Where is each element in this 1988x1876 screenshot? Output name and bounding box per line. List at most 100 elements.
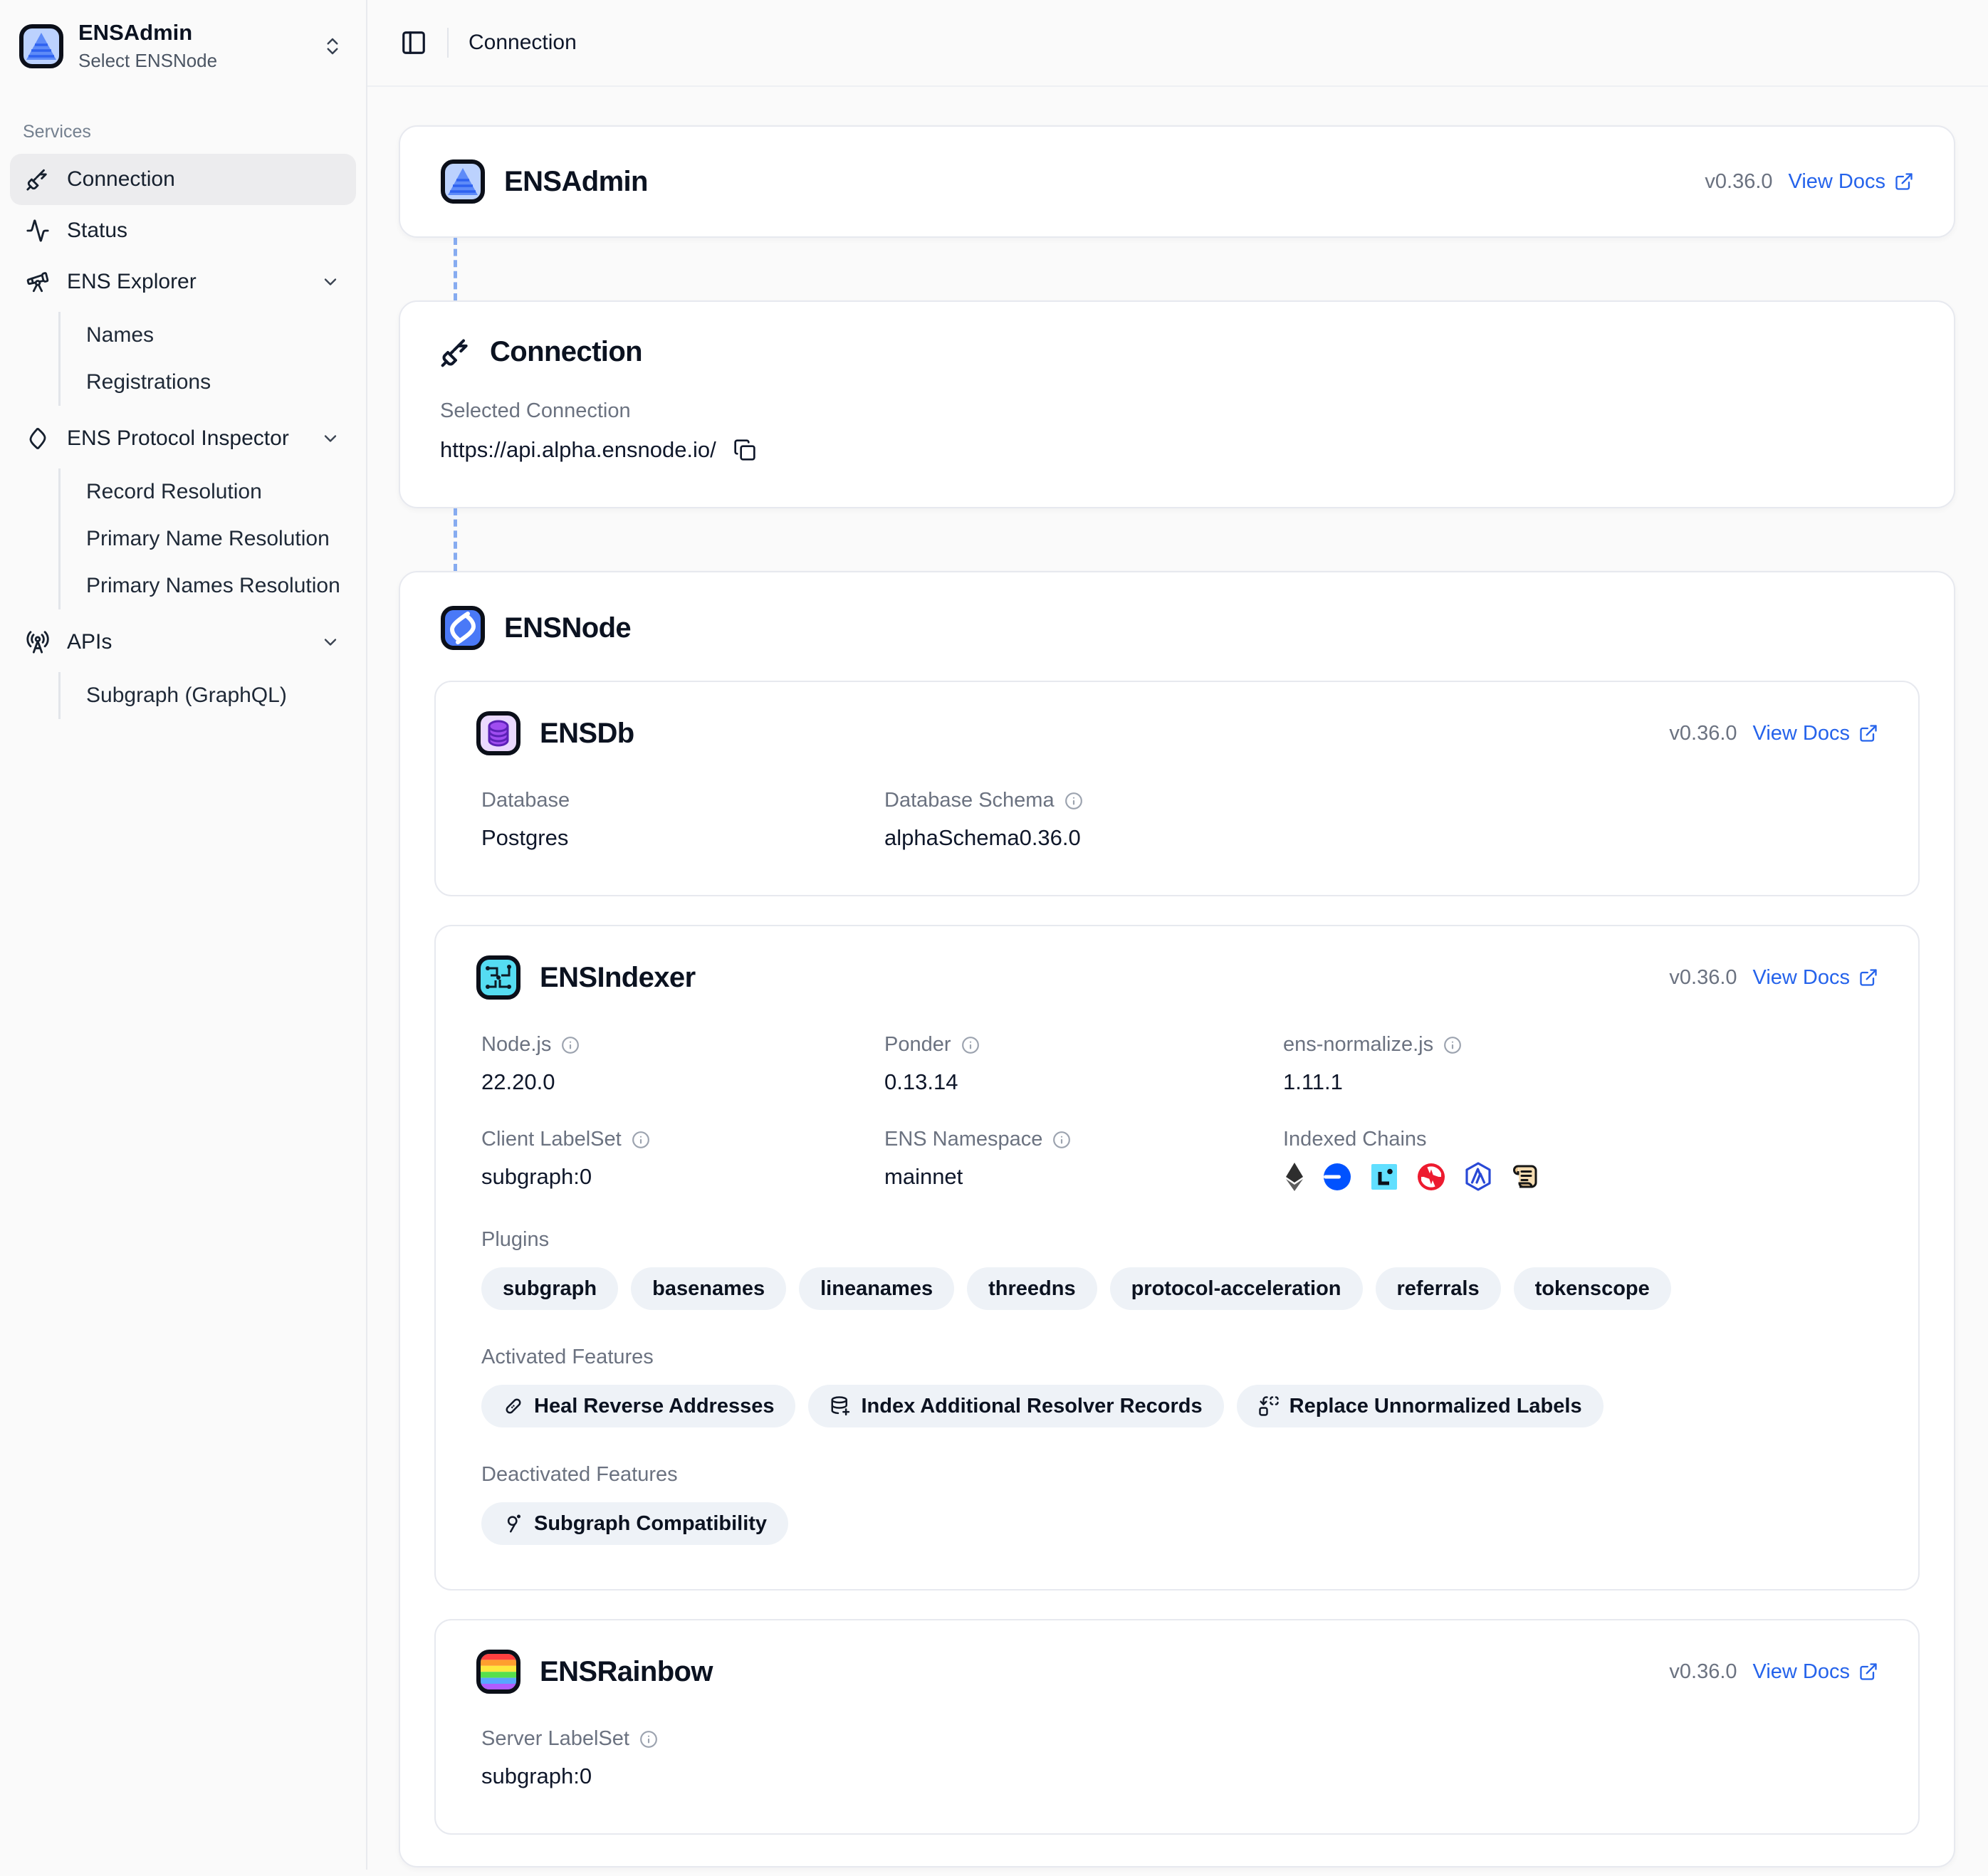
- plugin-badge: referrals: [1376, 1267, 1501, 1310]
- sidebar-item-status[interactable]: Status: [10, 205, 356, 256]
- plugin-badge: tokenscope: [1514, 1267, 1671, 1310]
- indexed-chains-field: Indexed Chains: [1283, 1128, 1873, 1193]
- activated-features-label: Activated Features: [481, 1346, 1873, 1369]
- view-docs-link[interactable]: View Docs: [1753, 1660, 1878, 1684]
- ensadmin-logo-icon: [440, 159, 486, 204]
- topbar-divider: [447, 28, 449, 58]
- card-title: ENSAdmin: [504, 166, 648, 198]
- info-icon[interactable]: [1443, 1036, 1462, 1054]
- external-link-icon: [1894, 172, 1914, 192]
- version-label: v0.36.0: [1669, 966, 1737, 990]
- ensnode-card: ENSNode: [399, 571, 1955, 1867]
- plug-zap-icon: [26, 167, 50, 192]
- topbar: Connection: [367, 0, 1988, 87]
- ensindexer-logo-icon: [476, 955, 521, 1000]
- ensrainbow-card: ENSRainbow v0.36.0 View Docs: [434, 1619, 1920, 1835]
- ens-normalize-field: ens-normalize.js 1.11.1: [1283, 1033, 1873, 1095]
- info-icon[interactable]: [632, 1131, 650, 1149]
- app-title: ENSAdmin: [78, 20, 303, 46]
- replace-icon: [1258, 1395, 1280, 1417]
- telescope-icon: [26, 270, 50, 294]
- panel-left-icon[interactable]: [400, 29, 427, 56]
- sidebar-item-connection[interactable]: Connection: [10, 154, 356, 205]
- chain-icon-3dns: [1416, 1161, 1447, 1193]
- info-icon[interactable]: [1064, 792, 1083, 810]
- deactivated-features-row: Subgraph Compatibility: [481, 1502, 1873, 1545]
- ensdb-logo-icon: [476, 711, 521, 756]
- info-icon[interactable]: [1052, 1131, 1071, 1149]
- database-plus-icon: [830, 1395, 851, 1417]
- plug-zap-icon: [440, 337, 471, 368]
- ensnode-selector[interactable]: ENSAdmin Select ENSNode: [10, 11, 356, 80]
- ensadmin-logo-icon: [19, 23, 64, 69]
- sidebar-item-record-resolution[interactable]: Record Resolution: [61, 468, 356, 515]
- view-docs-link[interactable]: View Docs: [1753, 966, 1878, 990]
- sidebar-item-ens-protocol-inspector[interactable]: ENS Protocol Inspector: [10, 413, 356, 464]
- selected-connection-label: Selected Connection: [440, 399, 1914, 423]
- sidebar-nav: Connection Status ENS Explorer: [10, 154, 356, 719]
- sidebar-item-primary-name-resolution[interactable]: Primary Name Resolution: [61, 515, 356, 562]
- nodejs-field: Node.js 22.20.0: [481, 1033, 884, 1095]
- activated-features-row: Heal Reverse Addresses: [481, 1385, 1873, 1427]
- info-icon[interactable]: [561, 1036, 580, 1054]
- chevron-down-icon[interactable]: [320, 632, 340, 652]
- database-schema-field: Database Schema alphaSchema0.36.0: [884, 789, 1283, 851]
- copy-icon[interactable]: [731, 436, 759, 464]
- ponder-field: Ponder 0.13.14: [884, 1033, 1283, 1095]
- page-content: ENSAdmin v0.36.0 View Docs: [367, 87, 1988, 1876]
- sidebar-item-subgraph-graphql[interactable]: Subgraph (GraphQL): [61, 672, 356, 719]
- chain-icon-ethereum: [1283, 1161, 1306, 1193]
- view-docs-link[interactable]: View Docs: [1789, 170, 1914, 194]
- view-docs-link[interactable]: View Docs: [1753, 722, 1878, 745]
- plugin-badge: threedns: [967, 1267, 1097, 1310]
- chevron-down-icon[interactable]: [320, 272, 340, 292]
- ensadmin-card: ENSAdmin v0.36.0 View Docs: [399, 125, 1955, 238]
- feature-badge: Replace Unnormalized Labels: [1237, 1385, 1604, 1427]
- radio-tower-icon: [26, 630, 50, 654]
- ensindexer-card: ENSIndexer v0.36.0 View Docs: [434, 925, 1920, 1591]
- sidebar-item-label: ENS Explorer: [67, 270, 197, 294]
- plugin-badge: subgraph: [481, 1267, 618, 1310]
- breadcrumb: Connection: [469, 31, 577, 55]
- external-link-icon: [1858, 723, 1878, 743]
- feature-badge: Subgraph Compatibility: [481, 1502, 788, 1545]
- sidebar-item-ens-explorer[interactable]: ENS Explorer: [10, 256, 356, 308]
- card-title: ENSIndexer: [540, 962, 696, 994]
- ens-protocol-inspector-subgroup: Record Resolution Primary Name Resolutio…: [58, 468, 356, 609]
- connection-url: https://api.alpha.ensnode.io/: [440, 437, 716, 463]
- card-title: ENSRainbow: [540, 1656, 713, 1688]
- card-title: ENSNode: [504, 612, 631, 644]
- chevron-down-icon[interactable]: [320, 429, 340, 449]
- ensnode-logo-icon: [440, 605, 486, 651]
- database-field: Database Postgres: [481, 789, 884, 851]
- sidebar-item-label: Connection: [67, 167, 175, 192]
- ensdb-card: ENSDb v0.36.0 View Docs: [434, 681, 1920, 896]
- client-labelset-field: Client LabelSet subgraph:0: [481, 1128, 884, 1193]
- sidebar-item-names[interactable]: Names: [61, 312, 356, 359]
- indexed-chains-row: [1283, 1161, 1873, 1193]
- sidebar-section-label: Services: [23, 122, 343, 142]
- apis-subgroup: Subgraph (GraphQL): [58, 672, 356, 719]
- sidebar-item-registrations[interactable]: Registrations: [61, 359, 356, 406]
- chain-icon-linea: [1369, 1161, 1400, 1193]
- server-labelset-field: Server LabelSet subgraph:0: [481, 1727, 1873, 1789]
- plugins-label: Plugins: [481, 1228, 1873, 1252]
- sidebar-item-primary-names-resolution[interactable]: Primary Names Resolution: [61, 562, 356, 609]
- chain-icon-base: [1322, 1161, 1353, 1193]
- activity-icon: [26, 219, 50, 243]
- deactivated-features-label: Deactivated Features: [481, 1463, 1873, 1487]
- ens-explorer-subgroup: Names Registrations: [58, 312, 356, 406]
- info-icon[interactable]: [639, 1730, 658, 1749]
- bandage-icon: [503, 1395, 524, 1417]
- ens-namespace-field: ENS Namespace mainnet: [884, 1128, 1283, 1193]
- card-connector-line: [454, 238, 457, 300]
- info-icon[interactable]: [961, 1036, 980, 1054]
- feature-badge: Index Additional Resolver Records: [808, 1385, 1223, 1427]
- plugin-badge: lineanames: [799, 1267, 954, 1310]
- feature-badge: Heal Reverse Addresses: [481, 1385, 795, 1427]
- chevrons-up-down-icon[interactable]: [318, 31, 347, 61]
- sidebar-item-apis[interactable]: APIs: [10, 617, 356, 668]
- plugin-badge: protocol-acceleration: [1110, 1267, 1363, 1310]
- version-label: v0.36.0: [1705, 170, 1772, 194]
- connection-card: Connection Selected Connection https://a…: [399, 300, 1955, 508]
